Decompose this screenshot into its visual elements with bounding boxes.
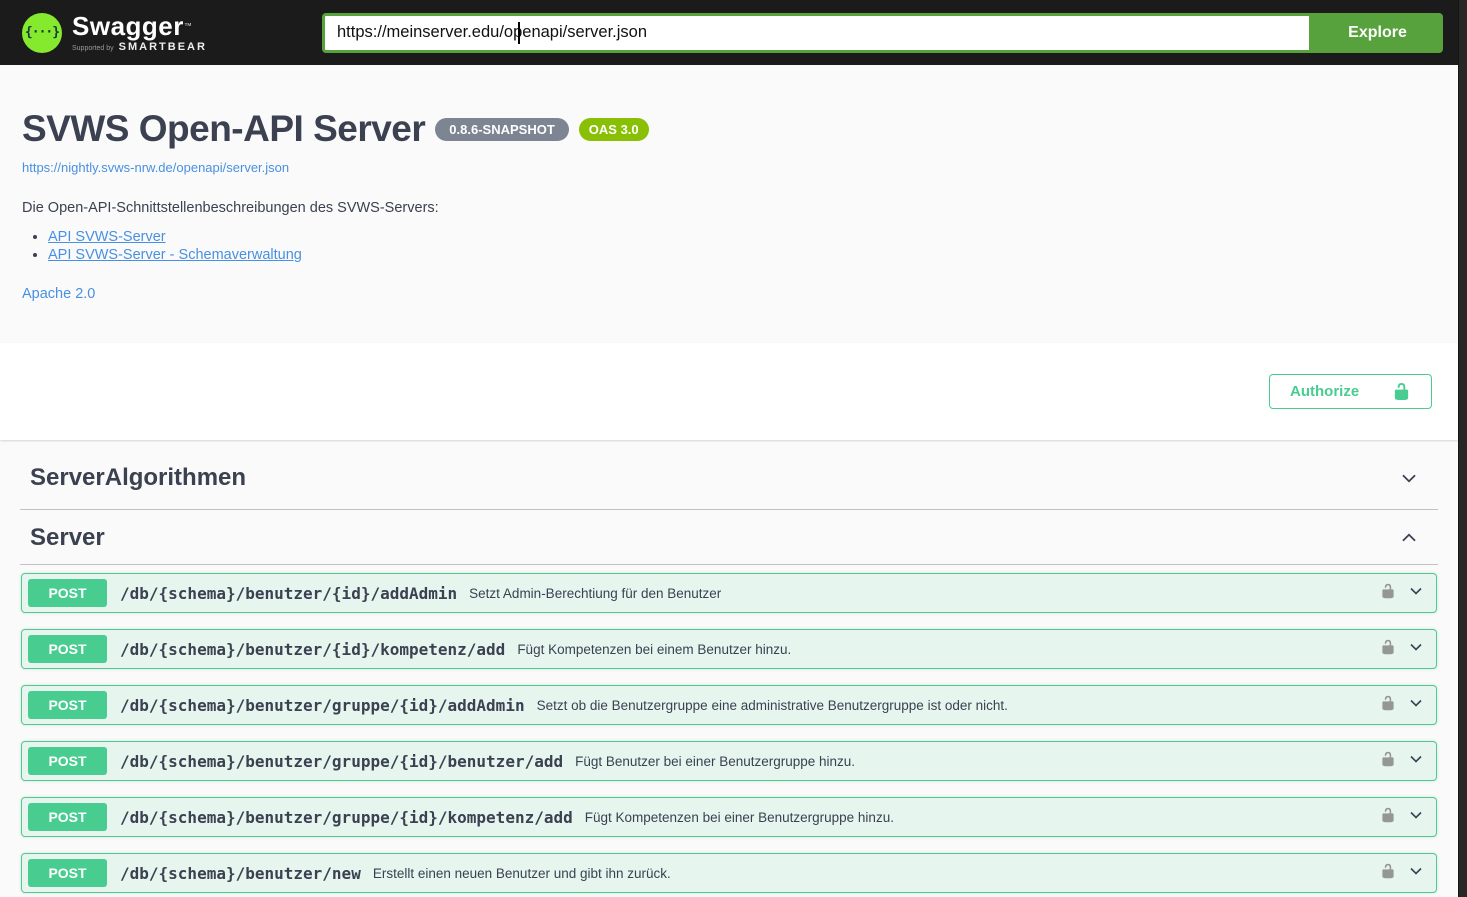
api-description: Die Open-API-Schnittstellenbeschreibunge… bbox=[22, 200, 439, 216]
page-title: SVWS Open-API Server bbox=[22, 108, 426, 149]
method-badge: POST bbox=[28, 579, 107, 607]
operation-path[interactable]: /db/{schema}/benutzer/new bbox=[120, 864, 361, 883]
oas-version-badge: OAS 3.0 bbox=[578, 117, 649, 141]
section-header-serveralgorithmen[interactable]: ServerAlgorithmen bbox=[20, 440, 1438, 510]
operation-path[interactable]: /db/{schema}/benutzer/gruppe/{id}/kompet… bbox=[120, 808, 573, 827]
api-info-section: SVWS Open-API Server 0.8.6-SNAPSHOT OAS … bbox=[0, 65, 1458, 343]
smartbear-label: SMARTBEAR bbox=[118, 40, 207, 53]
method-badge: POST bbox=[28, 859, 107, 887]
chevron-up-icon[interactable] bbox=[1398, 527, 1420, 549]
method-badge: POST bbox=[28, 635, 107, 663]
chevron-down-icon[interactable] bbox=[1398, 467, 1420, 489]
api-links-list: API SVWS-Server API SVWS-Server - Schema… bbox=[48, 229, 1436, 263]
operation-path[interactable]: /db/{schema}/benutzer/{id}/kompetenz/add bbox=[120, 640, 505, 659]
chevron-down-icon[interactable] bbox=[1406, 693, 1426, 718]
license-link[interactable]: Apache 2.0 bbox=[22, 286, 95, 302]
swagger-logo-text: Swagger bbox=[72, 10, 184, 41]
operation-row[interactable]: POST /db/{schema}/benutzer/gruppe/{id}/b… bbox=[21, 741, 1437, 781]
topbar: {···} Swagger™ Supported by SMARTBEAR Ex… bbox=[0, 0, 1458, 65]
text-cursor bbox=[518, 21, 520, 44]
operation-row[interactable]: POST /db/{schema}/benutzer/gruppe/{id}/k… bbox=[21, 797, 1437, 837]
chevron-down-icon[interactable] bbox=[1406, 749, 1426, 774]
method-badge: POST bbox=[28, 803, 107, 831]
scrollbar[interactable] bbox=[1458, 0, 1467, 897]
operation-summary: Setzt ob die Benutzergruppe eine adminis… bbox=[536, 697, 1008, 713]
trademark-symbol: ™ bbox=[183, 21, 192, 31]
operation-row[interactable]: POST /db/{schema}/benutzer/{id}/addAdmin… bbox=[21, 573, 1437, 613]
operation-path[interactable]: /db/{schema}/benutzer/{id}/addAdmin bbox=[120, 584, 457, 603]
operation-summary: Setzt Admin-Berechtiung für den Benutzer bbox=[469, 585, 722, 601]
swagger-logo-icon: {···} bbox=[22, 12, 62, 53]
operation-row[interactable]: POST /db/{schema}/benutzer/new Erstellt … bbox=[21, 853, 1437, 893]
chevron-down-icon[interactable] bbox=[1406, 637, 1426, 662]
operation-summary: Erstellt einen neuen Benutzer und gibt i… bbox=[372, 865, 671, 881]
lock-icon[interactable] bbox=[1380, 639, 1396, 660]
operation-summary: Fügt Kompetenzen bei einer Benutzergrupp… bbox=[584, 809, 894, 825]
section-title: ServerAlgorithmen bbox=[30, 464, 247, 491]
download-url-wrapper: Explore bbox=[322, 12, 1443, 53]
swagger-logo: {···} Swagger™ Supported by SMARTBEAR bbox=[22, 10, 207, 53]
swagger-ui-page: {···} Swagger™ Supported by SMARTBEAR Ex… bbox=[0, 0, 1458, 893]
section-header-server[interactable]: Server bbox=[20, 510, 1438, 565]
operation-row[interactable]: POST /db/{schema}/benutzer/gruppe/{id}/a… bbox=[21, 685, 1437, 725]
authorize-button[interactable]: Authorize bbox=[1269, 374, 1432, 409]
scheme-container: Authorize bbox=[0, 343, 1458, 440]
chevron-down-icon[interactable] bbox=[1406, 861, 1426, 886]
api-schema-link[interactable]: API SVWS-Server - Schemaverwaltung bbox=[48, 247, 302, 263]
operation-summary: Fügt Benutzer bei einer Benutzergruppe h… bbox=[575, 753, 856, 769]
chevron-down-icon[interactable] bbox=[1406, 805, 1426, 830]
chevron-down-icon[interactable] bbox=[1406, 581, 1426, 606]
operation-path[interactable]: /db/{schema}/benutzer/gruppe/{id}/benutz… bbox=[120, 752, 563, 771]
supported-by-label: Supported by bbox=[72, 44, 114, 52]
operation-row[interactable]: POST /db/{schema}/benutzer/{id}/kompeten… bbox=[21, 629, 1437, 669]
method-badge: POST bbox=[28, 691, 107, 719]
lock-icon[interactable] bbox=[1380, 863, 1396, 884]
swagger-braces-glyph: {···} bbox=[24, 25, 60, 40]
lock-icon[interactable] bbox=[1380, 807, 1396, 828]
spec-url-link[interactable]: https://nightly.svws-nrw.de/openapi/serv… bbox=[22, 160, 289, 175]
lock-icon[interactable] bbox=[1380, 695, 1396, 716]
authorize-label: Authorize bbox=[1290, 383, 1360, 400]
operation-path[interactable]: /db/{schema}/benutzer/gruppe/{id}/addAdm… bbox=[120, 696, 525, 715]
section-title: Server bbox=[30, 524, 105, 551]
spec-url-input[interactable] bbox=[322, 12, 1312, 53]
operations-list: POST /db/{schema}/benutzer/{id}/addAdmin… bbox=[20, 565, 1438, 893]
operations-wrapper: ServerAlgorithmen Server POST /db/{schem… bbox=[0, 440, 1458, 893]
lock-icon[interactable] bbox=[1380, 583, 1396, 604]
explore-button[interactable]: Explore bbox=[1312, 12, 1443, 53]
list-item: API SVWS-Server bbox=[48, 229, 1436, 245]
unlock-icon bbox=[1392, 382, 1411, 401]
api-server-link[interactable]: API SVWS-Server bbox=[48, 229, 166, 245]
lock-icon[interactable] bbox=[1380, 751, 1396, 772]
method-badge: POST bbox=[28, 747, 107, 775]
operation-summary: Fügt Kompetenzen bei einem Benutzer hinz… bbox=[517, 641, 792, 657]
list-item: API SVWS-Server - Schemaverwaltung bbox=[48, 247, 1436, 263]
version-badge: 0.8.6-SNAPSHOT bbox=[435, 117, 569, 141]
